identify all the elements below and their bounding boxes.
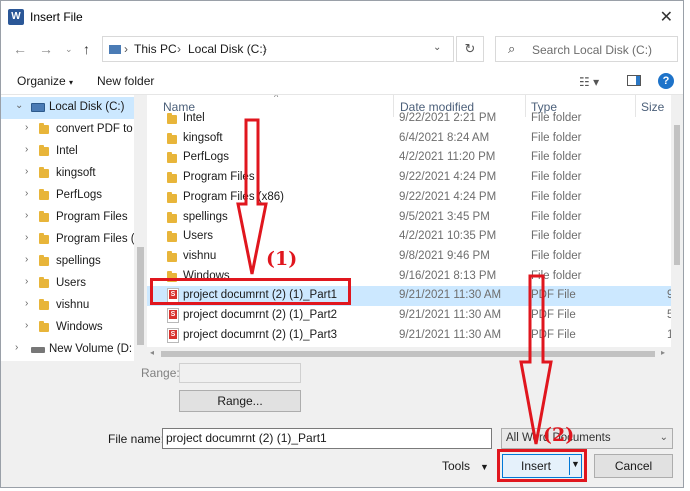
annotation-arrow-2: [519, 274, 553, 445]
annotation-arrows: [236, 118, 553, 445]
annotation-arrow-1: [236, 118, 268, 275]
